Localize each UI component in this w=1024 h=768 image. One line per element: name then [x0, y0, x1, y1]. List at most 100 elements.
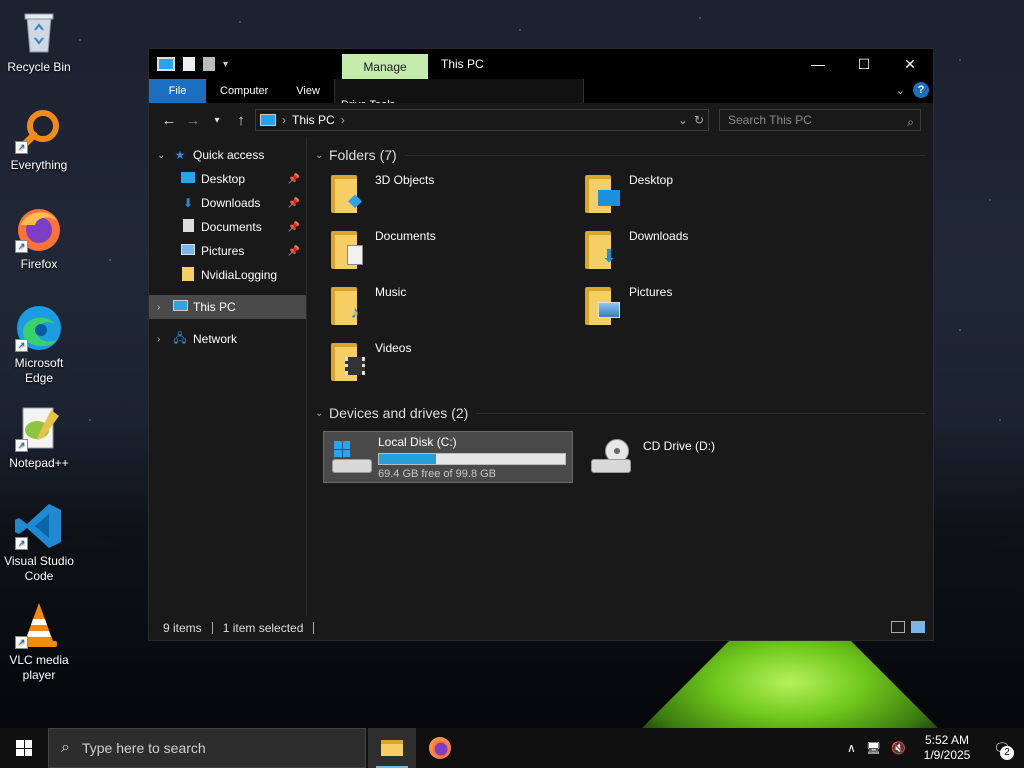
minimize-button[interactable]: —: [795, 49, 841, 79]
nav-label: Downloads: [201, 196, 261, 210]
up-arrow-icon[interactable]: ↑: [229, 112, 253, 129]
group-title: Devices and drives (2): [329, 405, 469, 421]
shortcut-arrow-icon: ↗: [15, 141, 28, 154]
group-header-drives[interactable]: ⌄ Devices and drives (2): [315, 403, 933, 423]
refresh-icon[interactable]: ↻: [694, 113, 704, 127]
folder-item[interactable]: Desktop: [585, 173, 839, 229]
cd-drive-icon: [589, 437, 633, 477]
content-pane: ⌄ Folders (7) ◆ 3D Objects Desktop Docum…: [307, 137, 933, 616]
folder-item[interactable]: ◆ 3D Objects: [331, 173, 585, 229]
chevron-right-icon[interactable]: ›: [157, 334, 171, 345]
folder-item[interactable]: Pictures: [585, 285, 839, 341]
nav-this-pc[interactable]: › This PC: [149, 295, 306, 319]
maximize-button[interactable]: ☐: [841, 49, 887, 79]
recent-locations-chevron-icon[interactable]: ▾: [205, 115, 229, 126]
pin-icon: 📌: [287, 173, 300, 185]
vlc-icon: ↗: [15, 601, 63, 649]
forward-arrow-icon[interactable]: →: [181, 112, 205, 129]
notification-center-button[interactable]: 🗨 2: [988, 736, 1016, 760]
start-button[interactable]: [0, 728, 48, 768]
breadcrumb-this-pc[interactable]: This PC: [292, 113, 335, 127]
drive-item-local-disk[interactable]: Local Disk (C:) 69.4 GB free of 99.8 GB: [323, 431, 573, 483]
folder-item[interactable]: Videos: [331, 341, 585, 397]
folder-label: Pictures: [629, 285, 673, 299]
tab-manage[interactable]: Manage: [342, 54, 428, 80]
music-folder-icon: ♪: [331, 285, 367, 325]
back-arrow-icon[interactable]: ←: [157, 112, 181, 129]
desktop-icon-everything[interactable]: ↗ Everything: [2, 106, 76, 173]
local-disk-icon: [330, 437, 372, 477]
details-view-icon[interactable]: [891, 621, 905, 633]
address-history-chevron-icon[interactable]: ⌄: [678, 113, 688, 127]
tiles-view-icon[interactable]: [911, 621, 925, 633]
network-icon: 🖧: [173, 330, 187, 345]
folder-label: Music: [375, 285, 407, 299]
tab-file[interactable]: File: [149, 79, 206, 103]
new-folder-icon[interactable]: [203, 57, 215, 71]
tab-computer[interactable]: Computer: [206, 79, 282, 103]
nav-item-downloads[interactable]: ⬇ Downloads 📌: [149, 191, 306, 215]
properties-icon[interactable]: [183, 57, 195, 71]
title-bar[interactable]: ▾ Manage This PC — ☐ ✕: [149, 49, 933, 80]
clock[interactable]: 5:52 AM 1/9/2025: [916, 733, 978, 763]
address-bar[interactable]: › This PC › ⌄ ↻: [255, 109, 709, 131]
edge-icon: ↗: [15, 304, 63, 352]
desktop-icon-edge[interactable]: ↗ Microsoft Edge: [2, 304, 76, 386]
chevron-down-icon[interactable]: ⌄: [157, 150, 171, 161]
chevron-right-icon[interactable]: ›: [157, 302, 171, 313]
tab-view[interactable]: View: [282, 79, 334, 103]
nav-network[interactable]: › 🖧 Network: [149, 327, 306, 351]
nav-label: Quick access: [193, 148, 265, 162]
nav-label: NvidiaLogging: [201, 268, 278, 282]
navigation-bar: ← → ▾ ↑ › This PC › ⌄ ↻ Search This PC ⌕: [149, 103, 933, 137]
nav-item-nvidialogging[interactable]: NvidiaLogging: [149, 263, 306, 287]
nav-label: Pictures: [201, 244, 245, 258]
customize-toolbar-icon[interactable]: ▾: [223, 59, 228, 70]
chevron-down-icon[interactable]: ⌄: [315, 408, 329, 419]
vscode-icon: ↗: [15, 502, 63, 550]
taskbar-search-box[interactable]: ⌕ Type here to search: [48, 728, 366, 768]
taskbar: ⌕ Type here to search ∧ 🖥 🔇 5:52 AM 1/9/…: [0, 728, 1024, 768]
desktop-icon-vlc[interactable]: ↗ VLC media player: [2, 601, 76, 683]
folders-grid: ◆ 3D Objects Desktop Documents ⬇ Downloa…: [331, 173, 933, 397]
nav-item-pictures[interactable]: Pictures 📌: [149, 239, 306, 263]
nav-quick-access[interactable]: ⌄ ★ Quick access: [149, 143, 306, 167]
group-header-folders[interactable]: ⌄ Folders (7): [315, 145, 933, 165]
close-button[interactable]: ✕: [887, 49, 933, 79]
explorer-body: ⌄ ★ Quick access Desktop 📌 ⬇ Downloads 📌…: [149, 137, 933, 616]
shortcut-arrow-icon: ↗: [15, 339, 28, 352]
taskbar-file-explorer[interactable]: [368, 728, 416, 768]
drive-name: Local Disk (C:): [378, 434, 457, 449]
star-icon: ★: [174, 148, 186, 162]
nav-item-desktop[interactable]: Desktop 📌: [149, 167, 306, 191]
folder-item[interactable]: Documents: [331, 229, 585, 285]
item-count: 9 items: [163, 621, 202, 635]
nav-item-documents[interactable]: Documents 📌: [149, 215, 306, 239]
taskbar-firefox[interactable]: [416, 728, 464, 768]
network-status-icon[interactable]: 🖥: [866, 741, 881, 755]
desktop-icon-label: VLC media player: [9, 653, 69, 682]
ribbon-right-controls: ⌄ ?: [896, 82, 929, 98]
desktop-icon-notepadpp[interactable]: ↗ Notepad++: [2, 404, 76, 471]
help-icon[interactable]: ?: [913, 82, 929, 98]
shortcut-arrow-icon: ↗: [15, 240, 28, 253]
expand-ribbon-icon[interactable]: ⌄: [896, 84, 905, 97]
drive-item-cd-drive[interactable]: CD Drive (D:): [583, 431, 833, 483]
search-box[interactable]: Search This PC ⌕: [719, 109, 921, 131]
chevron-down-icon[interactable]: ⌄: [315, 150, 329, 161]
breadcrumb-separator-icon[interactable]: ›: [282, 113, 286, 127]
drives-list: Local Disk (C:) 69.4 GB free of 99.8 GB …: [323, 431, 933, 483]
selection-count: 1 item selected: [222, 621, 304, 635]
folder-item[interactable]: ♪ Music: [331, 285, 585, 341]
clock-date: 1/9/2025: [923, 748, 971, 762]
desktop-icon-vscode[interactable]: ↗ Visual Studio Code: [2, 502, 76, 584]
desktop-icon-firefox[interactable]: ↗ Firefox: [2, 205, 76, 272]
firefox-icon: [429, 737, 451, 759]
folder-item[interactable]: ⬇ Downloads: [585, 229, 839, 285]
volume-muted-icon[interactable]: 🔇: [891, 741, 906, 755]
breadcrumb-separator-icon[interactable]: ›: [341, 113, 345, 127]
quick-access-toolbar: ▾: [149, 57, 342, 71]
desktop-icon-recycle-bin[interactable]: Recycle Bin: [2, 8, 76, 75]
show-hidden-icons-chevron-icon[interactable]: ∧: [847, 741, 856, 755]
this-pc-icon: [171, 300, 189, 314]
